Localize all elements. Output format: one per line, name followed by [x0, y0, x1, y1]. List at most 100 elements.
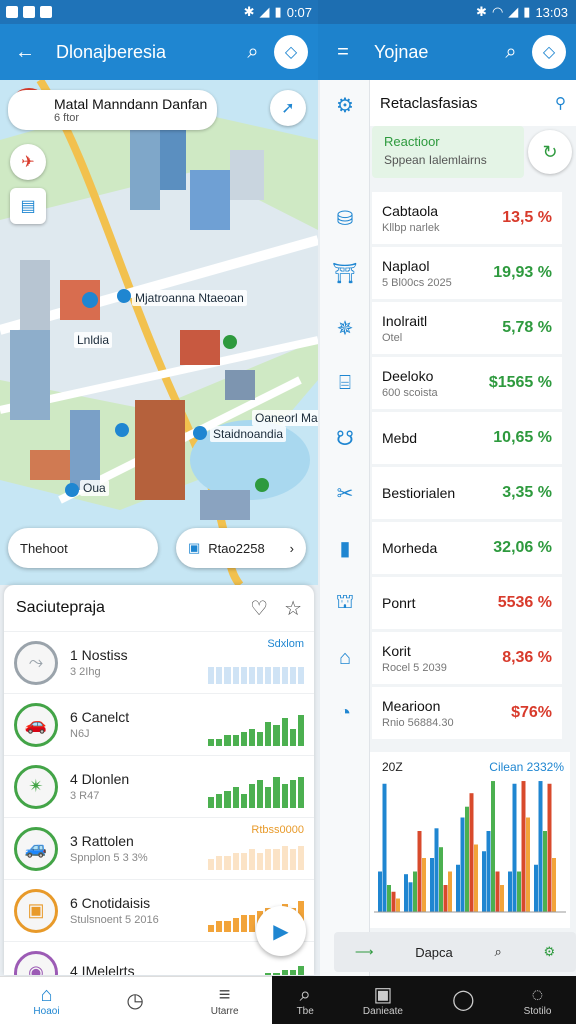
rate-name: Cabtaola	[382, 202, 439, 219]
diamond-icon[interactable]: ◇	[274, 35, 308, 69]
heart-icon[interactable]: ♡	[250, 596, 268, 621]
temple-icon[interactable]: ⛩	[328, 256, 362, 290]
rates-header: Retaclasfasias ⚲	[370, 80, 576, 126]
rate-name: Ponrt	[382, 595, 416, 611]
gear-icon[interactable]: ⚙	[328, 88, 362, 122]
mini-bar	[281, 969, 288, 975]
search-icon[interactable]: ⌕	[496, 37, 526, 67]
home-icon: ⌂	[40, 984, 53, 1006]
chart-bar	[439, 847, 443, 912]
car-icon: ◉	[14, 950, 58, 975]
nav-item[interactable]: ◯	[452, 989, 474, 1011]
car-icon: 🚗	[14, 702, 58, 747]
gate-icon[interactable]: ⛫	[328, 586, 362, 620]
compass-icon: ◯	[452, 989, 475, 1011]
refresh-button[interactable]: ↻	[528, 130, 572, 174]
rate-text: Cabtaola Kllbp narlek	[382, 203, 439, 234]
compass-icon[interactable]: ➚	[270, 90, 306, 126]
rate-row[interactable]: Mearioon Rnio 56884.30 $76%	[372, 687, 562, 739]
chart-bar	[526, 817, 530, 912]
rate-text: Inolraitl Otel	[382, 313, 427, 344]
wifi-icon: ◠	[491, 4, 504, 19]
rate-row[interactable]: Mebd 10,65 %	[372, 412, 562, 464]
rate-row[interactable]: Morheda 32,06 %	[372, 522, 562, 574]
mini-bar	[208, 797, 215, 808]
status-bar-right: ✱ ◠ ◢ ▮ 13:03	[318, 0, 576, 24]
rate-row[interactable]: Ponrt 5536 %	[372, 577, 562, 629]
search-icon[interactable]: ⌕	[238, 37, 268, 67]
chart-bar	[491, 781, 495, 912]
tools-icon[interactable]: ✂	[328, 476, 362, 510]
rate-value: 19,93 %	[493, 264, 552, 281]
nav-item[interactable]: ⌂ Hoaoi	[33, 984, 59, 1017]
gear-icon[interactable]: ⚙	[543, 944, 555, 960]
list-item-name: 6 Cnotidaisis	[70, 895, 151, 911]
rate-row[interactable]: Korit Rocel 5 2039 8,36 %	[372, 632, 562, 684]
map-location-card[interactable]: Matal Manndann Danfan 6 ftor	[8, 90, 218, 130]
ticket-icon[interactable]: ▤	[10, 188, 46, 224]
star-icon[interactable]: ☆	[284, 596, 302, 621]
list-item[interactable]: ⤳ 1 Nostiss 3 2Ihg Sdxlom	[4, 631, 314, 693]
chart-bar	[500, 885, 504, 912]
rate-row[interactable]: Cabtaola Kllbp narlek 13,5 %	[372, 192, 562, 244]
rate-row[interactable]: Naplaol 5 Bl00cs 2025 19,93 %	[372, 247, 562, 299]
rate-name: Morheda	[382, 540, 438, 556]
document-icon[interactable]: ▮	[328, 531, 362, 565]
route-to-pill[interactable]: ▣ Rtao2258 ›	[176, 528, 306, 568]
filter-icon[interactable]: ⚲	[555, 94, 566, 112]
mini-bars	[208, 774, 305, 808]
nav-item[interactable]: ◌ Stotilo	[524, 984, 552, 1017]
map-view[interactable]: ◉ Matal Manndann Danfan 6 ftor ➚ ✈ ▤ Mja…	[0, 80, 318, 585]
shop-icon[interactable]: ⌂	[328, 641, 362, 675]
footer-label[interactable]: Dapca	[415, 945, 453, 960]
rate-name: Mebd	[382, 430, 418, 446]
route-from-pill[interactable]: Thehoot	[8, 528, 158, 568]
list-item[interactable]: ✴ 4 Dlonlen 3 R47	[4, 755, 314, 817]
rate-sub: Rnio 56884.30	[382, 716, 454, 729]
rates-panel: ⚙ Retaclasfasias ⚲ Reactioor Sppean Iale…	[320, 80, 576, 976]
search-icon[interactable]: ⌕	[494, 944, 501, 960]
nav-item[interactable]: ≡ Utarre	[211, 984, 239, 1017]
rates-footer: ⟶ Dapca ⌕ ⚙	[334, 932, 576, 972]
growth-icon[interactable]: ☋	[328, 421, 362, 455]
reaction-banner[interactable]: Reactioor Sppean Ialemlairns	[372, 126, 524, 178]
diamond-icon[interactable]: ◇	[532, 35, 566, 69]
register-icon[interactable]: ⌸	[328, 366, 362, 400]
app-bar-left: ← Dlonajberesia ⌕ ◇	[0, 24, 318, 80]
mini-bar	[248, 666, 256, 684]
menu-icon[interactable]: =	[328, 37, 358, 67]
rate-row[interactable]: Inolraitl Otel 5,78 %	[372, 302, 562, 354]
list-item-tag: Rtbss0000	[251, 823, 304, 836]
rate-row[interactable]: Bestiorialen 3,35 %	[372, 467, 562, 519]
rate-row[interactable]: Deeloko 600 scoista $1565 %	[372, 357, 562, 409]
rate-name: Deeloko	[382, 367, 434, 384]
star-card-icon[interactable]: ✵	[328, 311, 362, 345]
nav-item[interactable]: ⌕ Tbe	[297, 984, 314, 1017]
no-fly-icon[interactable]: ✈	[10, 144, 46, 180]
mini-bar	[289, 666, 296, 684]
back-arrow-icon[interactable]: ←	[10, 37, 40, 67]
list-item[interactable]: 🚙 3 Rattolen Spnplon 5 3 3% Rtbss0000	[4, 817, 314, 879]
mini-bar-chart	[208, 704, 305, 746]
chart-bar	[422, 858, 426, 912]
list-item-name: 1 Nostiss	[70, 647, 128, 663]
mini-bar	[265, 721, 272, 746]
list-item-text: 3 Rattolen Spnplon 5 3 3%	[70, 833, 190, 864]
bank-icon[interactable]: ⛁	[328, 201, 362, 235]
chart-bar	[456, 864, 460, 912]
mini-bar	[265, 787, 272, 808]
mini-bar	[232, 917, 239, 932]
arrow-right-icon[interactable]: ⟶	[355, 944, 374, 960]
clock-icon[interactable]: ◔	[328, 696, 362, 730]
mini-bar	[273, 666, 280, 684]
card-header: Saciutepraja ♡ ☆	[4, 585, 314, 631]
banner-subtitle: Sppean Ialemlairns	[384, 153, 487, 167]
rate-name: Inolraitl	[382, 312, 428, 329]
rate-name: Naplaol	[382, 257, 430, 274]
chart-bar	[534, 864, 538, 912]
rate-value: 8,36 %	[502, 649, 552, 666]
nav-item[interactable]: ▣ Danieate	[363, 984, 403, 1017]
play-button[interactable]: ▶	[256, 906, 306, 956]
nav-item[interactable]: ◷	[126, 990, 143, 1012]
list-item[interactable]: 🚗 6 Canelct N6J	[4, 693, 314, 755]
